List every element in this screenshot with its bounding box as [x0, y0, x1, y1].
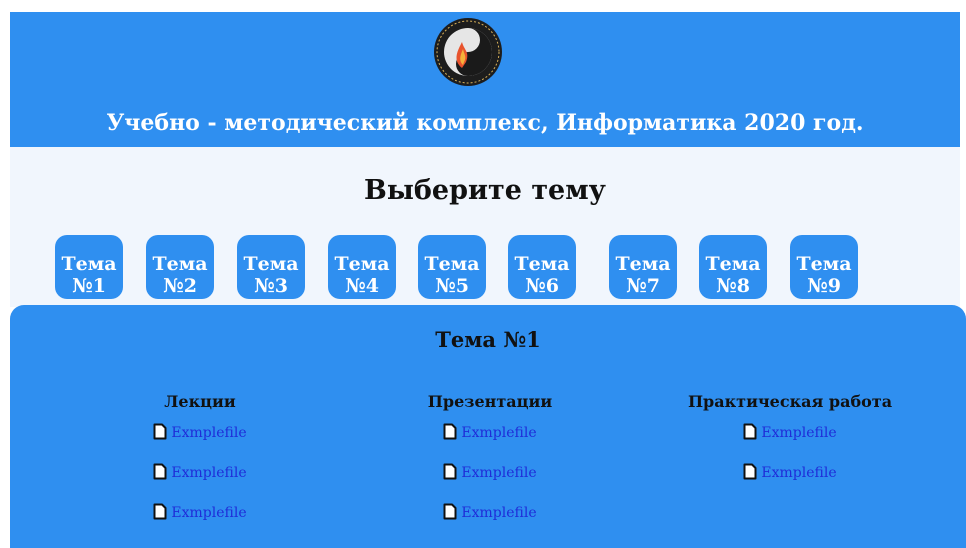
- column-title: Лекции: [164, 392, 236, 411]
- file-link-row[interactable]: Exmplefile: [370, 501, 610, 541]
- topic-content-panel: Тема №1 Лекции Exmplefile Exmplefile Exm…: [10, 305, 966, 548]
- file-icon: [153, 423, 167, 440]
- topic-number: №2: [163, 275, 197, 297]
- file-link[interactable]: Exmplefile: [171, 465, 246, 481]
- topic-number: №5: [435, 275, 469, 297]
- file-icon: [153, 463, 167, 480]
- file-link-row[interactable]: Exmplefile: [370, 461, 610, 501]
- file-icon: [443, 503, 457, 520]
- topic-title: Тема №1: [435, 327, 541, 352]
- topic-button-6[interactable]: Тема №6: [508, 235, 576, 299]
- topic-label: Тема: [705, 253, 761, 275]
- presentations-column: Презентации Exmplefile Exmplefile Exmple…: [370, 391, 610, 541]
- topic-label: Тема: [424, 253, 480, 275]
- practical-work-column: Практическая работа Exmplefile Exmplefil…: [660, 391, 920, 501]
- topic-label: Тема: [514, 253, 570, 275]
- file-icon: [443, 423, 457, 440]
- topic-label: Тема: [796, 253, 852, 275]
- file-icon: [153, 503, 167, 520]
- topic-label: Тема: [61, 253, 117, 275]
- topic-number: №1: [72, 275, 106, 297]
- university-seal-icon: [434, 18, 502, 86]
- file-link-row[interactable]: Exmplefile: [370, 421, 610, 461]
- column-title: Практическая работа: [687, 392, 893, 411]
- topic-button-1[interactable]: Тема №1: [55, 235, 123, 299]
- topic-button-9[interactable]: Тема №9: [790, 235, 858, 299]
- file-link-row[interactable]: Exmplefile: [80, 421, 320, 461]
- file-link-row[interactable]: Exmplefile: [660, 421, 920, 461]
- topic-label: Тема: [152, 253, 208, 275]
- topic-button-4[interactable]: Тема №4: [328, 235, 396, 299]
- file-link[interactable]: Exmplefile: [761, 465, 836, 481]
- topic-button-3[interactable]: Тема №3: [237, 235, 305, 299]
- file-icon: [743, 423, 757, 440]
- topic-number: №8: [716, 275, 750, 297]
- topic-number: №9: [807, 275, 841, 297]
- file-link-row[interactable]: Exmplefile: [80, 461, 320, 501]
- lectures-column: Лекции Exmplefile Exmplefile Exmplefile: [80, 391, 320, 541]
- page-header: Учебно - методический комплекс, Информат…: [10, 12, 960, 147]
- file-link[interactable]: Exmplefile: [461, 465, 536, 481]
- page-title: Учебно - методический комплекс, Информат…: [106, 110, 864, 136]
- file-link-row[interactable]: Exmplefile: [660, 461, 920, 501]
- topic-number: №6: [525, 275, 559, 297]
- topic-button-2[interactable]: Тема №2: [146, 235, 214, 299]
- file-link[interactable]: Exmplefile: [461, 505, 536, 521]
- file-icon: [443, 463, 457, 480]
- topic-number: №3: [254, 275, 288, 297]
- file-icon: [743, 463, 757, 480]
- choose-topic-heading: Выберите тему: [364, 175, 606, 206]
- file-link-row[interactable]: Exmplefile: [80, 501, 320, 541]
- topic-button-8[interactable]: Тема №8: [699, 235, 767, 299]
- topic-button-5[interactable]: Тема №5: [418, 235, 486, 299]
- topic-label: Тема: [334, 253, 390, 275]
- file-link[interactable]: Exmplefile: [171, 505, 246, 521]
- topic-button-7[interactable]: Тема №7: [609, 235, 677, 299]
- topic-number: №7: [626, 275, 660, 297]
- file-link[interactable]: Exmplefile: [461, 425, 536, 441]
- topic-label: Тема: [243, 253, 299, 275]
- file-link[interactable]: Exmplefile: [761, 425, 836, 441]
- file-link[interactable]: Exmplefile: [171, 425, 246, 441]
- column-title: Презентации: [427, 392, 553, 411]
- topic-selector: Выберите тему Тема №1 Тема №2 Тема №3 Те…: [10, 147, 960, 307]
- topic-label: Тема: [615, 253, 671, 275]
- topic-number: №4: [345, 275, 379, 297]
